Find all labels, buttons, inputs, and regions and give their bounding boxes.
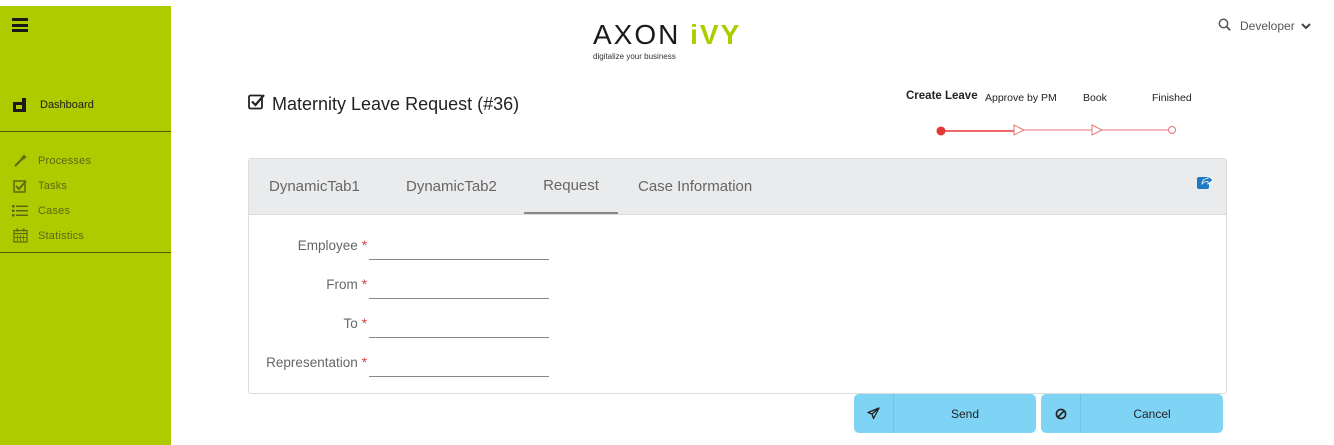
sidebar-item-label: Tasks [38, 179, 68, 192]
field-label-text: Employee [297, 238, 358, 253]
brand-logo: AXON iVY digitalize your business [593, 20, 763, 62]
sidebar-item-label: Cases [38, 204, 71, 217]
user-menu[interactable]: Developer [1240, 19, 1311, 33]
employee-field[interactable] [369, 234, 549, 260]
required-mark: * [361, 277, 367, 292]
tab-case-information[interactable]: Case Information [638, 159, 752, 214]
step-label-book: Book [1083, 92, 1107, 104]
tab-dynamictab1[interactable]: DynamicTab1 [269, 159, 360, 214]
step-marker-arrow [1013, 124, 1026, 136]
paper-plane-icon [854, 394, 894, 433]
sidebar: Dashboard Processes Tasks Cases Statisti… [0, 6, 171, 445]
cancel-button-label: Cancel [1133, 406, 1171, 421]
send-button-label: Send [950, 406, 980, 421]
page-title: Maternity Leave Request (#36) [248, 93, 519, 115]
field-label-text: Representation [266, 355, 358, 370]
list-icon [12, 204, 28, 218]
form-row-employee: Employee * [249, 228, 549, 266]
magic-wand-icon [12, 153, 28, 168]
sidebar-item-label: Dashboard [40, 99, 94, 111]
checkbox-icon [248, 93, 266, 115]
to-date-field[interactable] [369, 312, 549, 338]
request-card: DynamicTab1 DynamicTab2 Request Case Inf… [248, 158, 1227, 394]
sidebar-item-tasks[interactable]: Tasks [12, 173, 91, 198]
step-label-create-leave: Create Leave [906, 90, 978, 102]
process-stepper: Create Leave Approve by PM Book Finished [900, 90, 1200, 142]
cancel-button[interactable]: Cancel [1041, 394, 1223, 433]
sidebar-divider [0, 252, 171, 253]
checkbox-icon [12, 179, 28, 193]
required-mark: * [361, 316, 367, 331]
form-row-representation: Representation * [249, 345, 549, 383]
sidebar-item-dashboard[interactable]: Dashboard [12, 94, 171, 116]
field-label: Representation * [266, 355, 367, 370]
page-title-text: Maternity Leave Request (#36) [272, 93, 520, 114]
ban-icon [1041, 394, 1081, 433]
sidebar-item-cases[interactable]: Cases [12, 198, 91, 223]
tab-bar: DynamicTab1 DynamicTab2 Request Case Inf… [249, 159, 1226, 215]
field-label: From * [326, 277, 367, 292]
calendar-icon [12, 228, 28, 243]
dashboard-icon [12, 97, 28, 113]
required-mark: * [361, 238, 367, 253]
sidebar-item-statistics[interactable]: Statistics [12, 223, 91, 248]
form-row-to: To * [249, 306, 549, 344]
tab-request[interactable]: Request [524, 159, 618, 214]
logo-name-part2: iVY [690, 19, 742, 50]
send-button[interactable]: Send [854, 394, 1036, 433]
stepper-track [936, 124, 1176, 136]
step-marker-arrow [1091, 124, 1104, 136]
required-mark: * [361, 355, 367, 370]
sidebar-item-label: Statistics [38, 229, 85, 242]
sidebar-menu: Processes Tasks Cases Statistics [12, 148, 91, 248]
step-label-finished: Finished [1152, 92, 1192, 104]
field-label-text: To [343, 316, 358, 331]
step-marker-current [936, 126, 946, 136]
from-date-field[interactable] [369, 273, 549, 299]
step-label-approve-by-pm: Approve by PM [985, 92, 1057, 104]
logo-tagline: digitalize your business [593, 52, 676, 61]
share-icon[interactable] [1196, 173, 1214, 196]
field-label-text: From [326, 277, 358, 292]
hamburger-menu-icon[interactable] [12, 18, 28, 32]
logo-name-part1: AXON [593, 19, 691, 50]
tab-dynamictab2[interactable]: DynamicTab2 [406, 159, 497, 214]
field-label: Employee * [298, 238, 367, 253]
sidebar-item-label: Processes [38, 154, 92, 167]
user-name: Developer [1240, 19, 1295, 33]
search-icon[interactable] [1218, 18, 1231, 36]
form-row-from: From * [249, 267, 549, 305]
representation-field[interactable] [369, 351, 549, 377]
sidebar-divider [0, 131, 171, 132]
step-marker-end [1168, 126, 1176, 134]
sidebar-item-processes[interactable]: Processes [12, 148, 91, 173]
field-label: To * [343, 316, 367, 331]
chevron-down-icon [1300, 19, 1311, 33]
logo-wordmark: AXON iVY [593, 20, 763, 50]
